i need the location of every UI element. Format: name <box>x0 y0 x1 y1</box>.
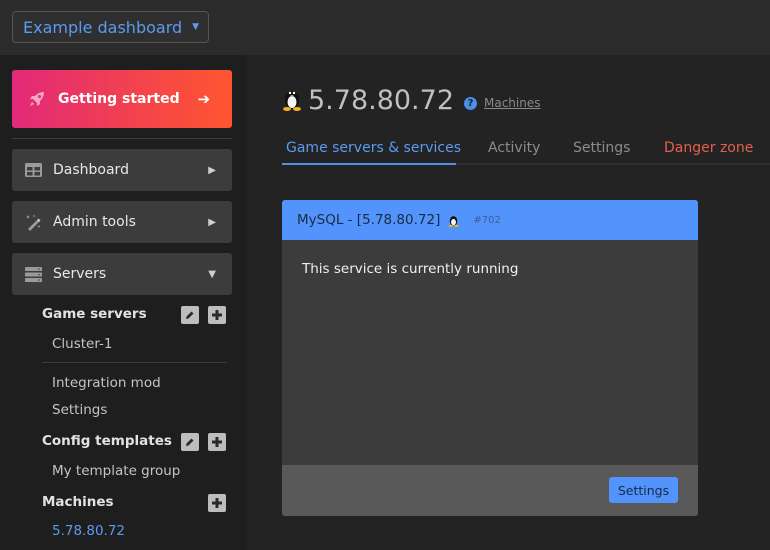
service-card-footer: Settings <box>282 465 698 516</box>
top-bar: Example dashboard ▼ <box>0 0 770 55</box>
tab-settings[interactable]: Settings <box>573 140 630 156</box>
page-title: 5.78.80.72 <box>308 85 454 116</box>
dashboard-select[interactable]: Example dashboard ▼ <box>12 11 209 43</box>
sidebar-subitem-my-template-group[interactable]: My template group <box>52 463 180 479</box>
chevron-right-icon: ▶ <box>208 164 216 176</box>
active-tab-indicator <box>282 163 456 165</box>
help-icon[interactable]: ? <box>464 96 477 110</box>
sidebar-subitem-integration-mod[interactable]: Integration mod <box>52 375 161 391</box>
sidebar-subitem-cluster-1[interactable]: Cluster-1 <box>52 336 113 352</box>
plus-icon <box>212 498 222 508</box>
edit-config-templates-button[interactable] <box>181 433 199 451</box>
chevron-right-icon: ▶ <box>208 216 216 228</box>
tab-game-servers-services[interactable]: Game servers & services <box>286 140 461 156</box>
plus-icon <box>212 310 222 320</box>
plus-icon <box>212 437 222 447</box>
tab-bar: Game servers & services Activity Setting… <box>282 137 770 165</box>
service-card: MySQL - [5.78.80.72] #702 This service i… <box>282 200 698 516</box>
arrow-right-icon: ➔ <box>197 90 211 108</box>
page-header: 5.78.80.72 ? Machines <box>282 85 540 116</box>
caret-down-icon: ▼ <box>192 22 200 32</box>
service-card-title: MySQL - [5.78.80.72] <box>297 212 441 228</box>
section-game-servers: Game servers <box>42 306 147 322</box>
sidebar: Getting started ➔ Dashboard ▶ Admin tool… <box>0 55 246 550</box>
server-icon <box>25 266 43 282</box>
dashboard-select-value: Example dashboard <box>23 17 183 37</box>
sidebar-item-label: Admin tools <box>53 214 136 230</box>
sidebar-divider <box>12 138 232 139</box>
sidebar-item-label: Servers <box>53 266 107 282</box>
service-card-header: MySQL - [5.78.80.72] #702 <box>282 200 698 240</box>
rocket-icon <box>28 90 48 108</box>
magic-wand-icon <box>25 214 43 231</box>
getting-started-button[interactable]: Getting started ➔ <box>12 70 232 128</box>
service-settings-button[interactable]: Settings <box>609 477 678 503</box>
service-id: #702 <box>473 214 501 226</box>
service-card-body: This service is currently running <box>282 240 698 465</box>
sidebar-subitem-machine[interactable]: 5.78.80.72 <box>52 523 125 539</box>
breadcrumb-machines-link[interactable]: Machines <box>484 96 540 110</box>
sidebar-item-label: Dashboard <box>53 162 129 178</box>
section-machines: Machines <box>42 494 114 510</box>
getting-started-label: Getting started <box>58 91 180 107</box>
linux-tux-icon <box>282 87 302 115</box>
main-content: 5.78.80.72 ? Machines Game servers & ser… <box>246 55 770 550</box>
add-game-server-button[interactable] <box>208 306 226 324</box>
grid-icon <box>25 163 43 177</box>
sidebar-item-dashboard[interactable]: Dashboard ▶ <box>12 149 232 191</box>
tab-danger-zone[interactable]: Danger zone <box>664 140 753 156</box>
linux-tux-icon <box>448 214 459 227</box>
sidebar-subitem-settings[interactable]: Settings <box>52 402 107 418</box>
service-status-text: This service is currently running <box>302 261 519 277</box>
sidebar-subdivider <box>42 362 227 363</box>
pencil-icon <box>186 438 194 446</box>
sidebar-item-servers[interactable]: Servers ▼ <box>12 253 232 295</box>
sidebar-item-admin-tools[interactable]: Admin tools ▶ <box>12 201 232 243</box>
edit-game-servers-button[interactable] <box>181 306 199 324</box>
section-config-templates: Config templates <box>42 433 172 449</box>
chevron-down-icon: ▼ <box>208 268 216 280</box>
add-config-template-button[interactable] <box>208 433 226 451</box>
tab-activity[interactable]: Activity <box>488 140 540 156</box>
add-machine-button[interactable] <box>208 494 226 512</box>
pencil-icon <box>186 311 194 319</box>
